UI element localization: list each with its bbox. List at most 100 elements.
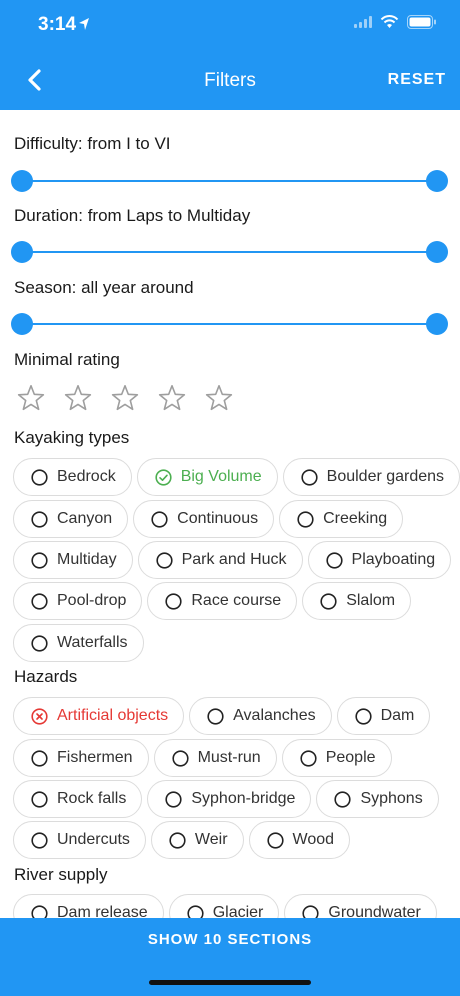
filters-content[interactable]: Difficulty: from I to VI Duration: from … bbox=[0, 110, 460, 918]
chip-label: Glacier bbox=[212, 904, 264, 918]
star-icon[interactable] bbox=[204, 383, 234, 413]
chip-label: Continuous bbox=[177, 510, 259, 527]
chip-label: Canyon bbox=[57, 510, 113, 527]
wifi-icon bbox=[380, 15, 399, 28]
kayaking-types-row: Canyon Continuous Creeking bbox=[13, 500, 404, 538]
radio-circle-icon bbox=[31, 904, 48, 918]
chip-continuous[interactable]: Continuous bbox=[133, 500, 275, 538]
duration-min-handle[interactable] bbox=[11, 241, 33, 263]
chip-fishermen[interactable]: Fishermen bbox=[13, 739, 149, 777]
chip-glacier[interactable]: Glacier bbox=[168, 894, 280, 918]
chip-rock-falls[interactable]: Rock falls bbox=[13, 780, 143, 818]
hazards-row: Undercuts Weir Wood bbox=[13, 821, 351, 859]
chip-label: Bedrock bbox=[57, 468, 116, 485]
chip-bedrock[interactable]: Bedrock bbox=[13, 458, 132, 496]
status-indicators bbox=[354, 15, 436, 29]
radio-circle-icon bbox=[31, 634, 48, 652]
chip-wood[interactable]: Wood bbox=[248, 821, 351, 859]
chip-label: Fishermen bbox=[57, 749, 133, 766]
chip-playboating[interactable]: Playboating bbox=[307, 541, 452, 579]
chip-groundwater[interactable]: Groundwater bbox=[284, 894, 437, 918]
chip-artificial-objects[interactable]: Artificial objects bbox=[13, 697, 185, 735]
hazards-row: Artificial objects Avalanches Dam bbox=[13, 697, 431, 735]
season-min-handle[interactable] bbox=[11, 313, 33, 335]
chip-label: Slalom bbox=[346, 592, 396, 609]
location-arrow-icon bbox=[79, 18, 89, 30]
radio-circle-icon bbox=[31, 592, 48, 610]
kayaking-types-row: Bedrock Big Volume Boulder gardens bbox=[13, 458, 460, 496]
status-time: 3:14 bbox=[38, 14, 77, 35]
chip-avalanches[interactable]: Avalanches bbox=[189, 697, 332, 735]
chip-label: Syphon-bridge bbox=[191, 790, 296, 807]
chip-big-volume[interactable]: Big Volume bbox=[136, 458, 278, 496]
home-indicator bbox=[149, 980, 311, 985]
duration-label: Duration: from Laps to Multiday bbox=[14, 206, 251, 225]
signal-icon bbox=[354, 16, 372, 28]
chip-waterfalls[interactable]: Waterfalls bbox=[13, 624, 144, 662]
duration-slider[interactable] bbox=[22, 251, 437, 253]
star-icon[interactable] bbox=[63, 383, 93, 413]
chip-label: Dam release bbox=[57, 904, 148, 918]
chip-people[interactable]: People bbox=[281, 739, 392, 777]
chip-slalom[interactable]: Slalom bbox=[302, 582, 412, 620]
kayaking-types-title: Kayaking types bbox=[14, 428, 130, 447]
chip-undercuts[interactable]: Undercuts bbox=[13, 821, 146, 859]
check-circle-icon bbox=[155, 468, 172, 486]
chip-label: Creeking bbox=[323, 510, 388, 527]
radio-circle-icon bbox=[301, 468, 318, 486]
rating-label: Minimal rating bbox=[14, 350, 120, 369]
hazards-title: Hazards bbox=[14, 667, 78, 686]
season-label: Season: all year around bbox=[14, 278, 194, 297]
chip-boulder-gardens[interactable]: Boulder gardens bbox=[282, 458, 460, 496]
chip-label: Playboating bbox=[351, 551, 436, 568]
radio-circle-icon bbox=[171, 749, 189, 767]
radio-circle-icon bbox=[334, 790, 352, 808]
kayaking-types-row: Pool-drop Race course Slalom bbox=[13, 582, 412, 620]
app-header: 3:14 Filters RESET bbox=[0, 0, 460, 110]
chip-weir[interactable]: Weir bbox=[150, 821, 244, 859]
radio-circle-icon bbox=[207, 707, 224, 725]
radio-circle-icon bbox=[300, 749, 317, 767]
x-circle-icon bbox=[31, 707, 48, 725]
chip-must-run[interactable]: Must-run bbox=[153, 739, 277, 777]
chip-dam-release[interactable]: Dam release bbox=[13, 894, 164, 918]
star-icon[interactable] bbox=[110, 383, 140, 413]
show-sections-bar[interactable]: SHOW 10 SECTIONS bbox=[0, 918, 460, 996]
star-icon[interactable] bbox=[16, 383, 46, 413]
chip-pool-drop[interactable]: Pool-drop bbox=[13, 582, 143, 620]
chip-creeking[interactable]: Creeking bbox=[279, 500, 404, 538]
chip-race-course[interactable]: Race course bbox=[147, 582, 298, 620]
chip-dam[interactable]: Dam bbox=[336, 697, 431, 735]
difficulty-max-handle[interactable] bbox=[426, 170, 448, 192]
reset-button[interactable]: RESET bbox=[388, 71, 446, 89]
season-slider[interactable] bbox=[22, 323, 437, 325]
chip-label: Syphons bbox=[360, 790, 423, 807]
difficulty-slider[interactable] bbox=[22, 180, 437, 182]
chip-label: Groundwater bbox=[328, 904, 421, 918]
radio-circle-icon bbox=[151, 510, 168, 528]
chip-label: Multiday bbox=[57, 551, 117, 568]
radio-circle-icon bbox=[155, 551, 173, 569]
radio-circle-icon bbox=[297, 510, 314, 528]
rating-stars bbox=[16, 383, 234, 413]
radio-circle-icon bbox=[165, 790, 182, 808]
radio-circle-icon bbox=[325, 551, 343, 569]
duration-max-handle[interactable] bbox=[426, 241, 448, 263]
chip-label: Weir bbox=[194, 831, 228, 848]
chip-multiday[interactable]: Multiday bbox=[13, 541, 133, 579]
star-icon[interactable] bbox=[157, 383, 187, 413]
battery-icon bbox=[407, 15, 436, 29]
chip-syphons[interactable]: Syphons bbox=[316, 780, 439, 818]
chip-park-and-huck[interactable]: Park and Huck bbox=[137, 541, 303, 579]
chip-label: Undercuts bbox=[57, 831, 130, 848]
radio-circle-icon bbox=[187, 904, 204, 918]
show-sections-button[interactable]: SHOW 10 SECTIONS bbox=[0, 931, 460, 948]
season-max-handle[interactable] bbox=[426, 313, 448, 335]
radio-circle-icon bbox=[31, 831, 48, 849]
chip-label: People bbox=[325, 749, 376, 766]
chip-label: Race course bbox=[191, 592, 282, 609]
difficulty-min-handle[interactable] bbox=[11, 170, 33, 192]
hazards-row: Fishermen Must-run People bbox=[13, 739, 392, 777]
chip-syphon-bridge[interactable]: Syphon-bridge bbox=[147, 780, 312, 818]
chip-canyon[interactable]: Canyon bbox=[13, 500, 129, 538]
